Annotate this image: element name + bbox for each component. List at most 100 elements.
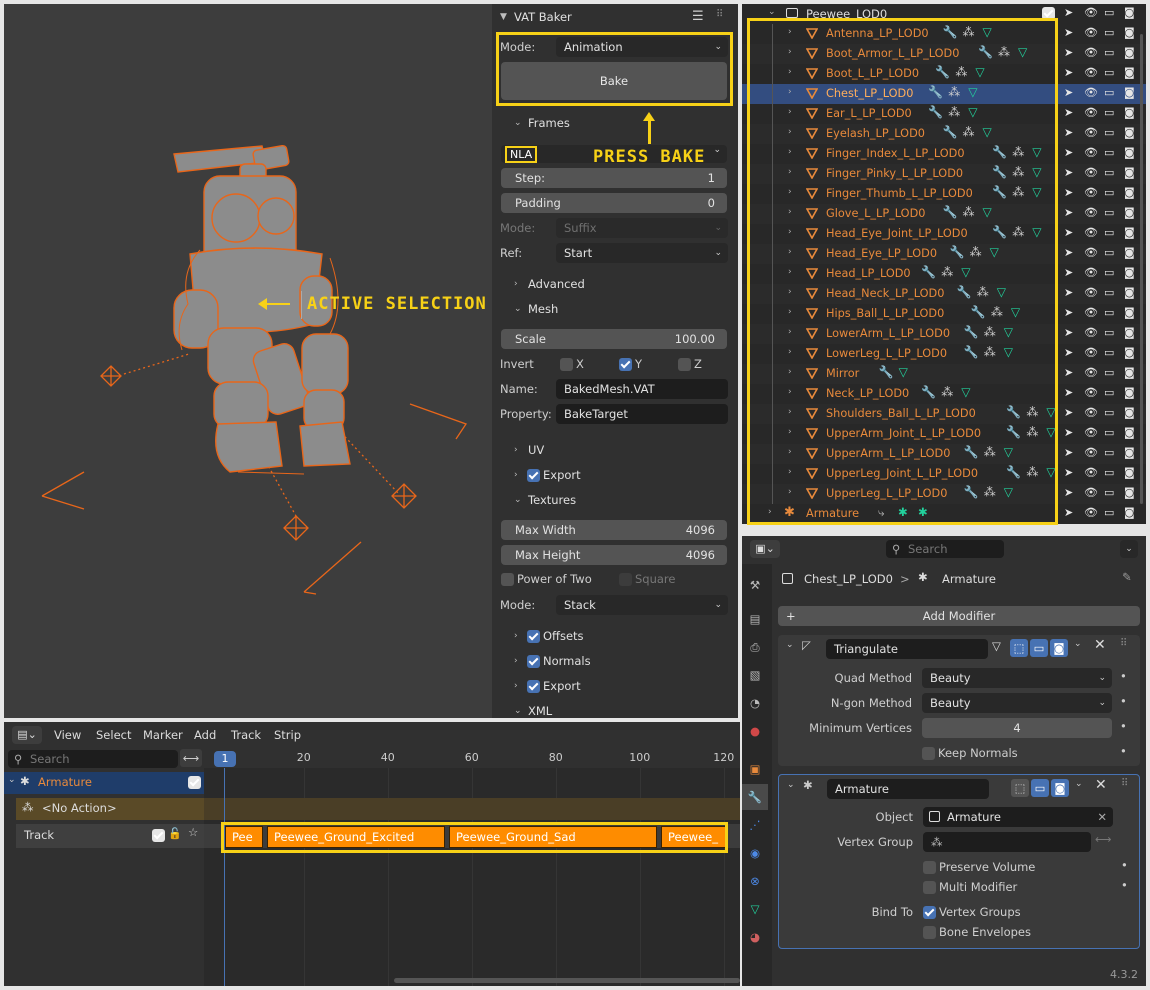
mesh-data-icon[interactable]: ▽ [961,265,970,279]
mesh-data-icon[interactable]: ▽ [968,105,977,119]
mesh-data-icon[interactable]: ▽ [1004,345,1013,359]
camera-icon[interactable]: ◙ [1124,186,1135,199]
select-arrow-icon[interactable]: ➤ [1064,366,1073,379]
outliner-row[interactable]: › Head_Eye_Joint_LP_LOD0 🔧 ⁂ ▽ ➤ 👁 ▭ ◙ [742,224,1146,244]
mesh-data-icon[interactable]: ▽ [1046,405,1055,419]
keyframe-dot[interactable]: • [1120,669,1127,683]
vertex-groups-icon[interactable]: ⁂ [984,345,996,359]
eye-icon[interactable]: 👁 [1084,466,1098,479]
camera-icon[interactable]: ◙ [1124,86,1135,99]
select-arrow-icon[interactable]: ➤ [1064,346,1073,359]
outliner-row[interactable]: › LowerLeg_L_LP_LOD0 🔧 ⁂ ▽ ➤ 👁 ▭ ◙ [742,344,1146,364]
current-frame-indicator[interactable]: 1 [214,751,236,767]
menu-track[interactable]: Track [231,728,261,742]
outliner-row[interactable]: › Hips_Ball_L_LP_LOD0 🔧 ⁂ ▽ ➤ 👁 ▭ ◙ [742,304,1146,324]
eye-icon[interactable]: 👁 [1084,386,1098,399]
xml-section[interactable]: ⌄ XML [492,699,738,718]
collapse-chevron-icon[interactable]: ⌄ [787,780,795,790]
monitor-icon[interactable]: ▭ [1104,146,1114,159]
monitor-icon[interactable]: ▭ [1104,286,1114,299]
select-arrow-icon[interactable]: ➤ [1064,286,1073,299]
mesh-data-icon[interactable]: ▽ [1032,225,1041,239]
drag-handle-icon[interactable]: ⠿ [716,4,723,27]
expand-right-icon[interactable]: › [788,447,792,457]
editor-type-button[interactable]: ▤⌄ [12,726,42,744]
tab-world[interactable]: ● [742,718,768,744]
expand-right-icon[interactable]: › [788,407,792,417]
outliner-armature-row[interactable]: › ✱ Armature ⤷ ✱ ✱ ➤ 👁 ▭ ◙ [742,504,1146,524]
edit-mode-toggle-icon[interactable]: ▽ [992,639,1001,653]
vertex-groups-checkbox[interactable] [923,906,936,919]
eye-icon[interactable]: 👁 [1084,86,1098,99]
outliner-row[interactable]: › UpperLeg_L_LP_LOD0 🔧 ⁂ ▽ ➤ 👁 ▭ ◙ [742,484,1146,504]
3d-viewport[interactable]: ACTIVE SELECTION [4,4,492,718]
eye-icon[interactable]: 👁 [1084,426,1098,439]
clear-icon[interactable]: ✕ [1097,807,1107,827]
close-icon[interactable]: ✕ [1095,777,1107,793]
tab-object[interactable]: ▣ [742,756,768,782]
expand-right-icon[interactable]: › [788,47,792,57]
eye-icon[interactable]: 👁 [1084,506,1098,519]
armature-channel-checkbox[interactable] [188,776,201,789]
eye-icon[interactable]: 👁 [1084,286,1098,299]
expand-right-icon[interactable]: › [788,307,792,317]
modifier-wrench-icon[interactable]: 🔧 [943,25,958,39]
vertex-groups-icon[interactable]: ⁂ [970,245,982,259]
modifier-wrench-icon[interactable]: 🔧 [971,305,986,319]
modifier-wrench-icon[interactable]: 🔧 [928,105,943,119]
tab-modifiers[interactable]: 🔧 [742,784,768,810]
mode2-dropdown[interactable]: Suffix ⌄ [556,218,728,238]
modifier-wrench-icon[interactable]: 🔧 [1006,465,1021,479]
eye-icon[interactable]: 👁 [1084,486,1098,499]
monitor-icon[interactable]: ▭ [1104,326,1114,339]
tab-physics[interactable]: ◉ [742,840,768,866]
modifier-wrench-icon[interactable]: 🔧 [992,225,1007,239]
camera-icon[interactable]: ◙ [1124,506,1135,519]
modifier-wrench-icon[interactable]: 🔧 [957,285,972,299]
export2-checkbox[interactable] [527,680,540,693]
chevron-down-icon[interactable]: ⌄ [1075,779,1083,789]
options-chevron[interactable]: ⌄ [1120,540,1138,558]
scale-field[interactable]: Scale 100.00 [501,329,727,349]
monitor-icon[interactable]: ▭ [1104,386,1114,399]
outliner-row[interactable]: › Neck_LP_LOD0 🔧 ⁂ ▽ ➤ 👁 ▭ ◙ [742,384,1146,404]
eye-icon[interactable]: 👁 [1084,146,1098,159]
outliner-row[interactable]: › Chest_LP_LOD0 🔧 ⁂ ▽ ➤ 👁 ▭ ◙ [742,84,1146,104]
monitor-icon[interactable]: ▭ [1104,46,1114,59]
modifier-wrench-icon[interactable]: 🔧 [992,145,1007,159]
monitor-icon[interactable]: ▭ [1104,66,1114,79]
vertex-groups-icon[interactable]: ⁂ [984,325,996,339]
keyframe-dot[interactable]: • [1121,858,1128,872]
camera-icon[interactable]: ◙ [1124,226,1135,239]
monitor-icon[interactable]: ▭ [1104,346,1114,359]
mesh-data-icon[interactable]: ▽ [1032,145,1041,159]
tab-tool[interactable]: ⚒ [742,572,768,598]
invert-z-checkbox[interactable] [678,358,691,371]
select-arrow-icon[interactable]: ➤ [1064,306,1073,319]
tab-data[interactable]: ▽ [742,896,768,922]
expand-right-icon[interactable]: › [788,467,792,477]
expand-right-icon[interactable]: › [788,87,792,97]
camera-icon[interactable]: ◙ [1124,46,1135,59]
vertex-groups-icon[interactable]: ⁂ [1026,425,1038,439]
square-checkbox[interactable] [619,573,632,586]
eye-icon[interactable]: 👁 [1084,66,1098,79]
keep-normals-checkbox[interactable] [922,747,935,760]
menu-marker[interactable]: Marker [143,728,183,742]
outliner-row[interactable]: › Boot_Armor_L_LP_LOD0 🔧 ⁂ ▽ ➤ 👁 ▭ ◙ [742,44,1146,64]
invert-x-checkbox[interactable] [560,358,573,371]
mesh-data-icon[interactable]: ▽ [1032,165,1041,179]
mesh-data-icon[interactable]: ▽ [1011,305,1020,319]
eye-icon[interactable]: 👁 [1084,406,1098,419]
track-channel[interactable]: Track 🔓 ☆ [16,824,204,848]
menu-strip[interactable]: Strip [274,728,301,742]
step-field[interactable]: Step: 1 [501,168,727,188]
outliner-row[interactable]: › LowerArm_L_LP_LOD0 🔧 ⁂ ▽ ➤ 👁 ▭ ◙ [742,324,1146,344]
modifier-wrench-icon[interactable]: 🔧 [943,125,958,139]
vertex-groups-icon[interactable]: ⁂ [948,105,960,119]
vertex-groups-icon[interactable]: ⁂ [998,45,1010,59]
expand-right-icon[interactable]: › [788,67,792,77]
camera-icon[interactable]: ◙ [1124,466,1135,479]
render-toggle-icon[interactable]: ◙ [1051,779,1069,797]
outliner-row[interactable]: › Head_Neck_LP_LOD0 🔧 ⁂ ▽ ➤ 👁 ▭ ◙ [742,284,1146,304]
